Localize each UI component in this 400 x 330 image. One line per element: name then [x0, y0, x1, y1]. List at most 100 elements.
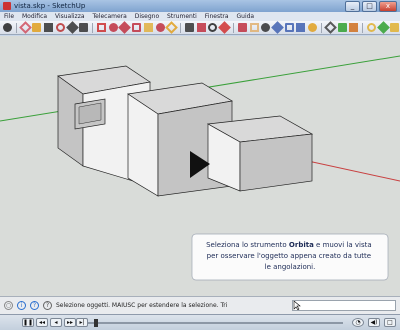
tape-measure-icon [143, 23, 153, 32]
pencil-tool-button[interactable] [31, 22, 42, 33]
menu-file[interactable]: File [0, 12, 17, 21]
fullscreen-icon[interactable]: □ [384, 318, 396, 327]
volume-icon[interactable]: ◀) [368, 318, 380, 327]
status-message: Selezione oggetti. MAIUSC per estendere … [56, 302, 228, 309]
zoom-tool-button[interactable] [260, 22, 271, 33]
previous-view-button[interactable] [284, 22, 295, 33]
pause-button[interactable]: ❚❚ [22, 318, 34, 327]
credits-icon[interactable]: i [17, 301, 26, 310]
minimize-button[interactable]: _ [345, 1, 360, 12]
axes-tool-button[interactable] [196, 22, 207, 33]
previous-button[interactable]: ◂◂ [36, 318, 48, 327]
extension-button[interactable] [389, 22, 400, 33]
toolbar-separator [180, 22, 181, 33]
warehouse-button[interactable] [376, 21, 390, 34]
orbit-tool-icon [237, 23, 247, 32]
sketchup-app-icon [3, 2, 11, 10]
tooltip-line-2: per osservare l'oggetto appena creato da… [207, 252, 371, 260]
geo-location-icon[interactable]: ○ [4, 301, 13, 310]
walk-tool-button[interactable] [323, 21, 337, 34]
arc-tool-button[interactable] [65, 21, 79, 34]
dimension-tool-icon [155, 23, 165, 32]
toolbar-separator [320, 22, 322, 33]
look-around-button[interactable] [337, 22, 348, 33]
circle-tool-icon [55, 23, 65, 32]
rotate-tool-button[interactable] [118, 21, 132, 34]
pencil-tool-icon [32, 23, 42, 32]
building-block-right [206, 115, 314, 192]
3d-text-tool-button[interactable] [207, 22, 218, 33]
toolbar-separator [361, 22, 363, 33]
dimension-tool-button[interactable] [155, 22, 166, 33]
eraser-tool-icon [18, 21, 32, 34]
close-button[interactable]: x [379, 1, 397, 12]
move-tool-button[interactable] [108, 22, 119, 33]
section-plane-icon [349, 23, 359, 32]
previous-view-icon [284, 23, 294, 32]
rotate-tool-icon [118, 21, 132, 34]
orbit-tool-button[interactable] [237, 22, 248, 33]
paint-bucket-button[interactable] [218, 21, 231, 34]
protractor-tool-icon [165, 21, 179, 34]
menu-modifica[interactable]: Modifica [19, 12, 50, 21]
pushpull-tool-icon [96, 23, 106, 32]
warehouse-icon [376, 21, 390, 34]
info-icon[interactable]: ? [43, 301, 52, 310]
polygon-tool-icon [79, 23, 89, 32]
3d-text-tool-icon [208, 23, 218, 32]
help-icon[interactable]: ? [30, 301, 39, 310]
speed-icon[interactable]: ◔ [352, 318, 364, 327]
measurements-field[interactable] [292, 300, 396, 311]
pan-tool-icon [249, 23, 259, 32]
section-plane-button[interactable] [348, 22, 359, 33]
tooltip-orbita-keyword: Orbita [289, 241, 314, 249]
component-button[interactable] [366, 22, 377, 33]
menu-finestra[interactable]: Finestra [202, 12, 232, 21]
menu-visualizza[interactable]: Visualizza [52, 12, 88, 21]
zoom-extents-button[interactable] [271, 21, 284, 34]
seek-track[interactable] [88, 322, 343, 324]
menu-guida[interactable]: Guida [234, 12, 258, 21]
component-icon [366, 23, 376, 32]
rectangle-tool-button[interactable] [43, 22, 54, 33]
position-camera-icon [308, 23, 318, 32]
polygon-tool-button[interactable] [78, 22, 89, 33]
protractor-tool-button[interactable] [165, 21, 179, 34]
tape-measure-button[interactable] [143, 22, 154, 33]
maximize-button[interactable]: □ [362, 1, 377, 12]
move-tool-icon [108, 23, 118, 32]
toolbar-separator [92, 22, 93, 33]
next-view-button[interactable] [295, 22, 306, 33]
3d-viewport[interactable]: Seleziona lo strumento Orbita e muovi la… [0, 36, 400, 296]
zoom-tool-icon [261, 23, 271, 32]
seek-thumb[interactable] [94, 319, 98, 327]
circle-tool-button[interactable] [55, 22, 66, 33]
axes-tool-icon [196, 23, 206, 32]
rewind-button[interactable]: ◂ [50, 318, 62, 327]
pushpull-tool-button[interactable] [96, 22, 107, 33]
scene-canvas[interactable]: Seleziona lo strumento Orbita e muovi la… [0, 36, 400, 296]
toolbar-separator [232, 22, 234, 33]
tooltip-line-3: le angolazioni. [265, 263, 316, 271]
eraser-tool-button[interactable] [18, 21, 32, 34]
forward-button[interactable]: ▸▸ [64, 318, 76, 327]
window-title: vista.skp - SketchUp [14, 2, 86, 10]
pan-tool-button[interactable] [249, 22, 260, 33]
arc-tool-icon [65, 21, 79, 34]
menu-disegno[interactable]: Disegno [132, 12, 162, 21]
paint-bucket-icon [218, 21, 231, 34]
select-tool-button[interactable] [2, 22, 13, 33]
menu-strumenti[interactable]: Strumenti [164, 12, 200, 21]
walk-tool-icon [323, 21, 337, 34]
offset-tool-button[interactable] [131, 22, 142, 33]
status-bar: ○ i ? ? Selezione oggetti. MAIUSC per es… [0, 296, 400, 314]
sketchup-window: vista.skp - SketchUp _ □ x File Modifica… [0, 0, 400, 330]
next-button[interactable]: ▸| [76, 318, 88, 327]
position-camera-button[interactable] [307, 22, 318, 33]
text-tool-button[interactable] [184, 22, 195, 33]
menu-telecamera[interactable]: Telecamera [89, 12, 129, 21]
look-around-icon [337, 23, 347, 32]
next-view-icon [296, 23, 306, 32]
rectangle-tool-icon [44, 23, 54, 32]
title-bar: vista.skp - SketchUp _ □ x [0, 0, 400, 12]
